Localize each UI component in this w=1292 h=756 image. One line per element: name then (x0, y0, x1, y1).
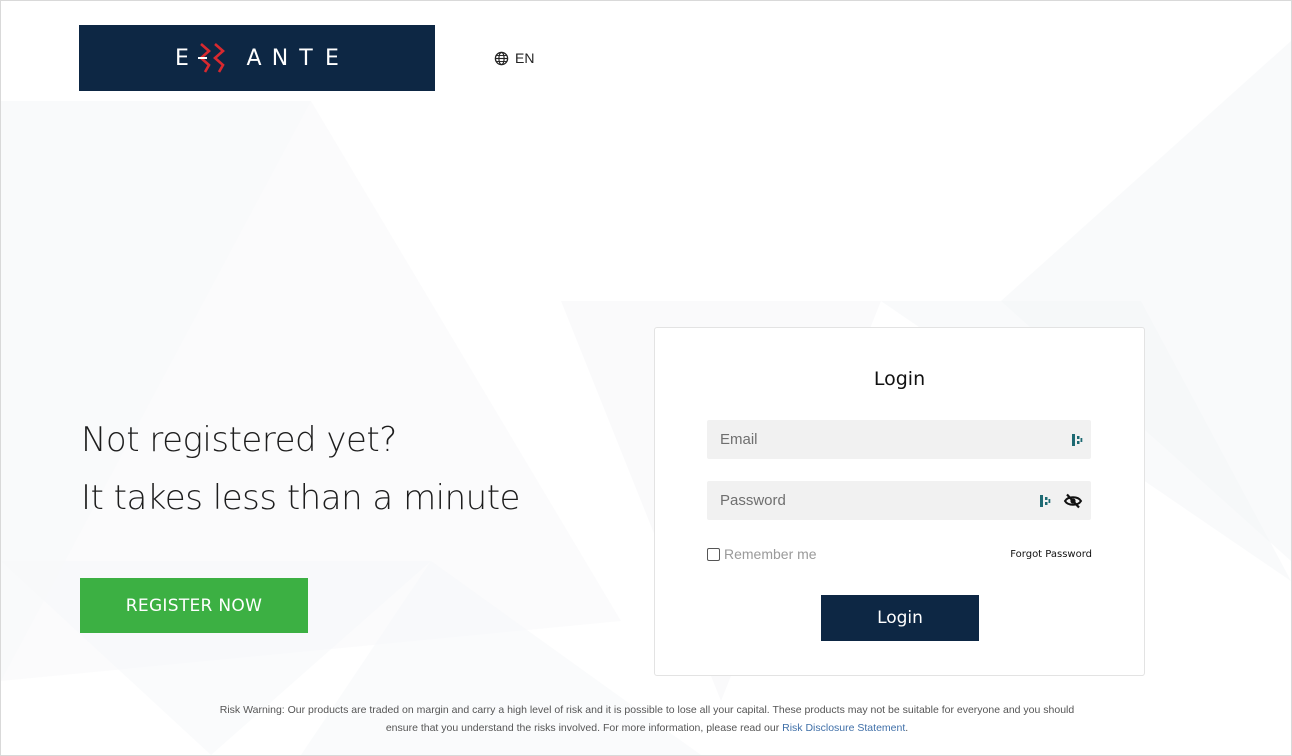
language-selector[interactable]: EN (494, 50, 534, 66)
headline-line-1: Not registered yet? (81, 420, 397, 460)
register-headline: Not registered yet? It takes less than a… (81, 411, 520, 527)
login-title: Login (873, 368, 926, 390)
headline-line-2: It takes less than a minute (81, 478, 520, 518)
login-card: Login Email Remember me Forgot Password … (654, 327, 1145, 676)
forgot-password-link[interactable]: Forgot Password (1010, 549, 1092, 560)
logo-letter: N (271, 45, 289, 71)
risk-warning-text: ensure that you understand the risks inv… (385, 722, 780, 734)
remember-me: Remember me (707, 546, 817, 562)
logo-letter: E (325, 45, 339, 71)
logo-letter: A (246, 45, 262, 71)
logo-letter: T (299, 45, 313, 71)
login-submit-button[interactable]: Login (821, 595, 979, 641)
language-label: EN (515, 50, 535, 66)
password-field-wrapper (707, 480, 1091, 521)
password-manager-icon[interactable] (1071, 433, 1083, 447)
email-input[interactable] (707, 419, 1022, 460)
risk-disclosure-link[interactable]: Risk Disclosure Statement (782, 722, 905, 734)
email-field-wrapper (707, 419, 1091, 460)
globe-icon (494, 51, 509, 65)
eye-slash-icon[interactable] (1063, 493, 1083, 509)
risk-warning-line-1: Risk Warning: Our products are traded on… (219, 704, 1075, 716)
remember-me-label[interactable]: Remember me (724, 546, 817, 562)
password-input[interactable] (707, 480, 1022, 521)
errante-logo[interactable]: E A N T E (79, 25, 435, 91)
logo-wordmark: E A N T E (79, 25, 435, 91)
page-frame: E A N T E EN Not registered yet? It take… (0, 0, 1292, 756)
register-now-button[interactable]: REGISTER NOW (80, 578, 308, 633)
password-manager-icon[interactable] (1039, 494, 1051, 508)
risk-warning-end: . (905, 722, 909, 734)
risk-warning: Risk Warning: Our products are traded on… (71, 701, 1223, 737)
remember-me-checkbox[interactable] (707, 547, 720, 561)
logo-rr-mark-icon (198, 43, 225, 73)
risk-warning-line-2: ensure that you understand the risks inv… (71, 719, 1223, 737)
logo-letter: E (175, 45, 189, 71)
